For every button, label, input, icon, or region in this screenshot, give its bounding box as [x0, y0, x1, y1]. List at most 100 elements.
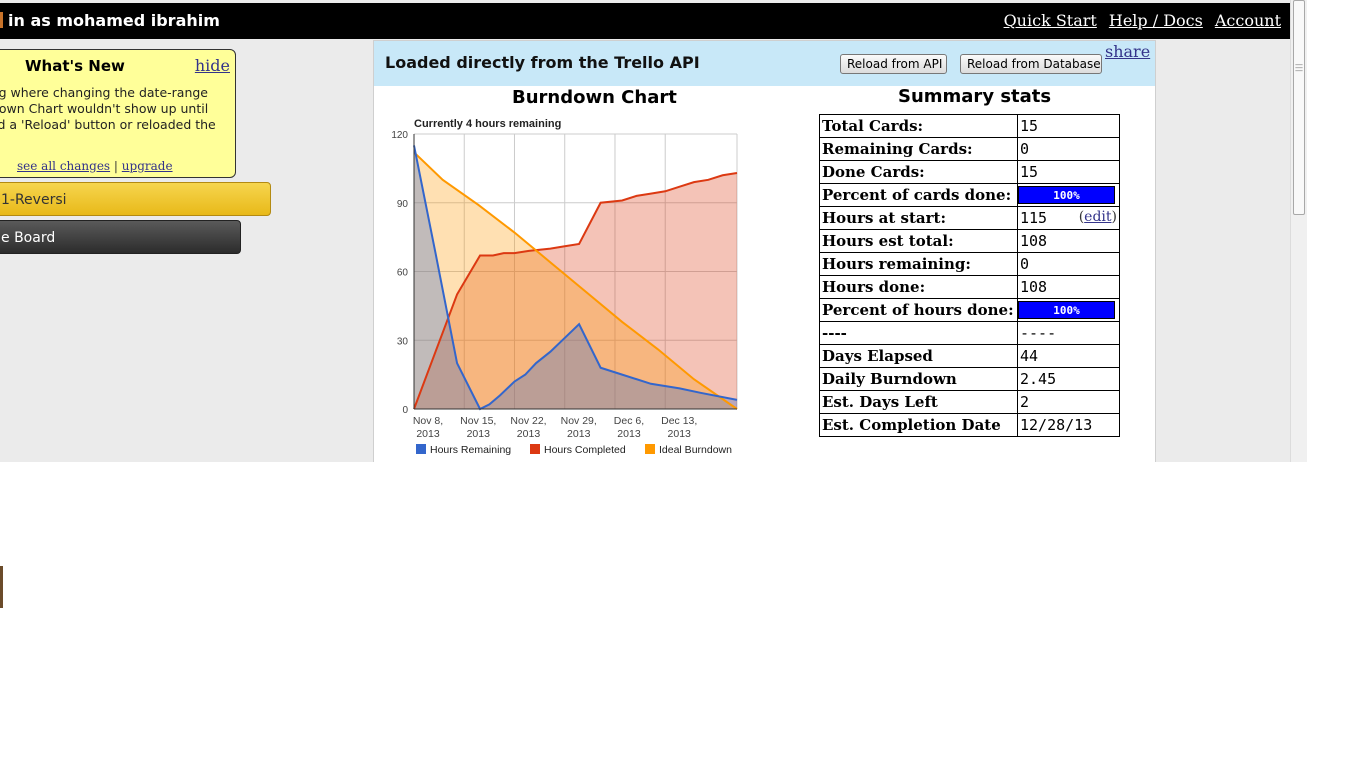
- nav-help-docs[interactable]: Help / Docs: [1109, 11, 1203, 30]
- stat-label: Hours done:: [819, 275, 1018, 299]
- share-link[interactable]: share: [1105, 42, 1150, 61]
- top-nav: Quick Start Help / Docs Account: [992, 11, 1281, 30]
- see-all-changes-link[interactable]: see all changes: [17, 159, 110, 173]
- stat-value-text: 44: [1020, 347, 1039, 365]
- panel-header: Loaded directly from the Trello API Relo…: [374, 41, 1155, 86]
- reload-from-database-button[interactable]: Reload from Database: [960, 54, 1102, 74]
- stats-row: Total Cards: 15: [819, 114, 1120, 138]
- stat-value: 2: [1017, 390, 1120, 414]
- stat-label: Hours est total:: [819, 229, 1018, 253]
- board-button-reversi[interactable]: 1-Reversi: [0, 182, 271, 216]
- stat-value: ----: [1017, 321, 1120, 345]
- edit-link[interactable]: edit: [1084, 209, 1111, 225]
- stat-label: Percent of hours done:: [819, 298, 1018, 322]
- stat-value: 115 (edit): [1017, 206, 1120, 230]
- edge-fragment: [0, 566, 3, 608]
- stat-value: 12/28/13: [1017, 413, 1120, 437]
- whats-new-body: oug where changing the date-range ndown …: [0, 85, 229, 133]
- stat-label: Hours remaining:: [819, 252, 1018, 276]
- upgrade-link[interactable]: upgrade: [122, 159, 173, 173]
- stat-value-text: 2.45: [1020, 370, 1057, 388]
- panel-title: Loaded directly from the Trello API: [385, 53, 700, 72]
- vertical-scrollbar[interactable]: — — —: [1290, 0, 1307, 462]
- x-tick-label: Nov 15, 2013: [460, 415, 496, 440]
- stats-row: Percent of cards done: 100%: [819, 183, 1120, 207]
- summary-stats-table: Total Cards: 15 Remaining Cards: 0 Done Card…: [819, 114, 1120, 437]
- stat-value: 0: [1017, 137, 1120, 161]
- stats-row: Daily Burndown 2.45: [819, 367, 1120, 391]
- stat-label: Hours at start:: [819, 206, 1018, 230]
- y-tick-label: 30: [397, 336, 409, 347]
- stat-label: ----: [819, 321, 1018, 345]
- stat-value-text: 12/28/13: [1020, 416, 1093, 434]
- stats-row: Hours at start: 115 (edit): [819, 206, 1120, 230]
- stat-value: 0: [1017, 252, 1120, 276]
- stat-label: Done Cards:: [819, 160, 1018, 184]
- y-tick-label: 60: [397, 268, 409, 279]
- stat-label: Est. Days Left: [819, 390, 1018, 414]
- logo-edge: [0, 12, 3, 28]
- whats-new-line: oug where changing the date-range: [0, 85, 208, 100]
- stat-label: Percent of cards done:: [819, 183, 1018, 207]
- scroll-grip-icon: — — —: [1295, 60, 1303, 75]
- stat-value: 44: [1017, 344, 1120, 368]
- legend-label: Hours Remaining: [430, 444, 511, 456]
- y-tick-label: 120: [391, 130, 408, 141]
- y-tick-label: 0: [402, 405, 408, 416]
- summary-stats-heading: Summary stats: [898, 86, 1052, 107]
- stat-label: Remaining Cards:: [819, 137, 1018, 161]
- x-tick-label: Nov 22, 2013: [510, 415, 546, 440]
- chart-heading: Burndown Chart: [512, 87, 677, 108]
- whats-new-line: ndown Chart wouldn't show up until: [0, 101, 209, 116]
- stat-value-text: 108: [1020, 278, 1048, 296]
- whats-new-links: see all changes | upgrade: [17, 159, 173, 173]
- stats-row: Remaining Cards: 0: [819, 137, 1120, 161]
- top-bar: in as mohamed ibrahim Quick Start Help / …: [0, 3, 1290, 39]
- y-tick-label: 90: [397, 199, 409, 210]
- link-separator: |: [113, 159, 118, 173]
- logo: [2, 0, 322, 2]
- legend-label: Ideal Burndown: [659, 444, 732, 456]
- x-tick-label: Nov 8, 2013: [413, 415, 443, 440]
- stats-row: Percent of hours done: 100%: [819, 298, 1120, 322]
- edit-hours-link[interactable]: (edit): [1079, 209, 1117, 225]
- progress-bar: 100%: [1018, 186, 1115, 204]
- stats-row: Hours done: 108: [819, 275, 1120, 299]
- stats-row: Est. Days Left 2: [819, 390, 1120, 414]
- x-tick-label: Dec 13, 2013: [661, 415, 697, 440]
- stat-value-text: 15: [1020, 117, 1039, 135]
- stat-value: 15: [1017, 114, 1120, 138]
- stat-value: 108: [1017, 275, 1120, 299]
- stats-row: Done Cards: 15: [819, 160, 1120, 184]
- stat-value-text: 2: [1020, 393, 1030, 411]
- legend-label: Hours Completed: [544, 444, 626, 456]
- x-tick-label: Nov 29, 2013: [561, 415, 597, 440]
- legend-swatch: [530, 444, 540, 454]
- chart-title: Currently 4 hours remaining: [414, 118, 561, 130]
- stat-value: 108: [1017, 229, 1120, 253]
- scrollbar-thumb[interactable]: — — —: [1293, 0, 1305, 215]
- legend-swatch: [645, 444, 655, 454]
- stat-value-text: 115: [1020, 209, 1048, 227]
- stats-row: Est. Completion Date 12/28/13: [819, 413, 1120, 437]
- nav-quick-start[interactable]: Quick Start: [1004, 11, 1097, 30]
- stat-value-text: 0: [1020, 140, 1030, 158]
- stats-row: Hours remaining: 0: [819, 252, 1120, 276]
- stat-label: Days Elapsed: [819, 344, 1018, 368]
- legend-swatch: [416, 444, 426, 454]
- whats-new-line: ked a 'Reload' button or reloaded the: [0, 117, 216, 132]
- whats-new-box: What's New hide oug where changing the d…: [0, 49, 236, 178]
- stat-label: Total Cards:: [819, 114, 1018, 138]
- stat-value-text: 108: [1020, 232, 1048, 250]
- board-button-board[interactable]: e Board: [0, 220, 241, 254]
- stat-value: 100%: [1017, 183, 1120, 207]
- hide-link[interactable]: hide: [195, 56, 230, 75]
- x-tick-label: Dec 6, 2013: [614, 415, 644, 440]
- stat-value-text: 0: [1020, 255, 1030, 273]
- app-area: in as mohamed ibrahim Quick Start Help / …: [0, 0, 1290, 462]
- logged-in-text: in as mohamed ibrahim: [0, 11, 220, 30]
- reload-from-api-button[interactable]: Reload from API: [840, 54, 947, 74]
- burndown-chart: 0 30 60 90 120 Nov 8, 2013 Nov 15, 2013 Nov 22, 20…: [391, 118, 738, 456]
- stat-value: 100%: [1017, 298, 1120, 322]
- nav-account[interactable]: Account: [1215, 11, 1281, 30]
